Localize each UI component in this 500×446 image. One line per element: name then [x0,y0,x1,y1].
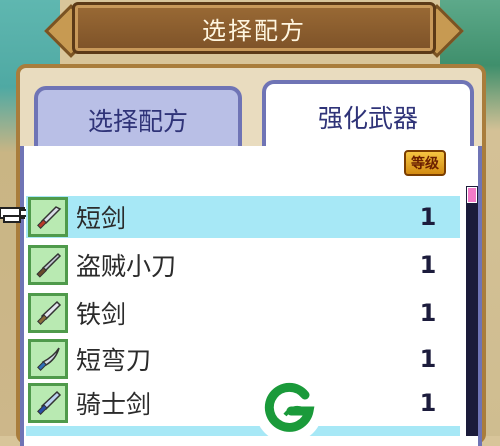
item-level: 1 [419,203,437,231]
list-item[interactable]: 骑士剑 1 [26,382,460,424]
knight-sword-icon [28,383,68,423]
scrollbar[interactable] [466,186,478,436]
tab-select-recipe[interactable]: 选择配方 [34,86,242,150]
title-plate: 选择配方 [44,0,464,58]
iron-sword-icon [28,293,68,333]
level-column-header: 等级 [404,150,446,176]
item-level: 1 [419,299,437,327]
short-scimitar-icon [28,339,68,379]
list-item[interactable]: 盗贼小刀 1 [26,244,460,286]
short-sword-icon [28,197,68,237]
item-name: 铁剑 [76,300,127,329]
watermark-logo-icon [255,375,323,443]
list-item[interactable]: 铁剑 1 [26,292,460,334]
list-item[interactable]: 短弯刀 1 [26,338,460,380]
item-name: 盗贼小刀 [76,252,177,281]
item-level: 1 [419,345,437,373]
item-level: 1 [419,389,437,417]
next-row-highlight [26,426,460,436]
item-name: 短弯刀 [76,346,152,375]
item-level: 1 [419,251,437,279]
list-item[interactable]: 短剑 1 [26,196,460,238]
tab-enhance-weapon[interactable]: 强化武器 [262,80,474,150]
item-name: 短剑 [76,204,127,233]
item-name: 骑士剑 [76,390,152,419]
page-title: 选择配方 [72,2,436,54]
scrollbar-thumb[interactable] [467,187,477,203]
thief-dagger-icon [28,245,68,285]
